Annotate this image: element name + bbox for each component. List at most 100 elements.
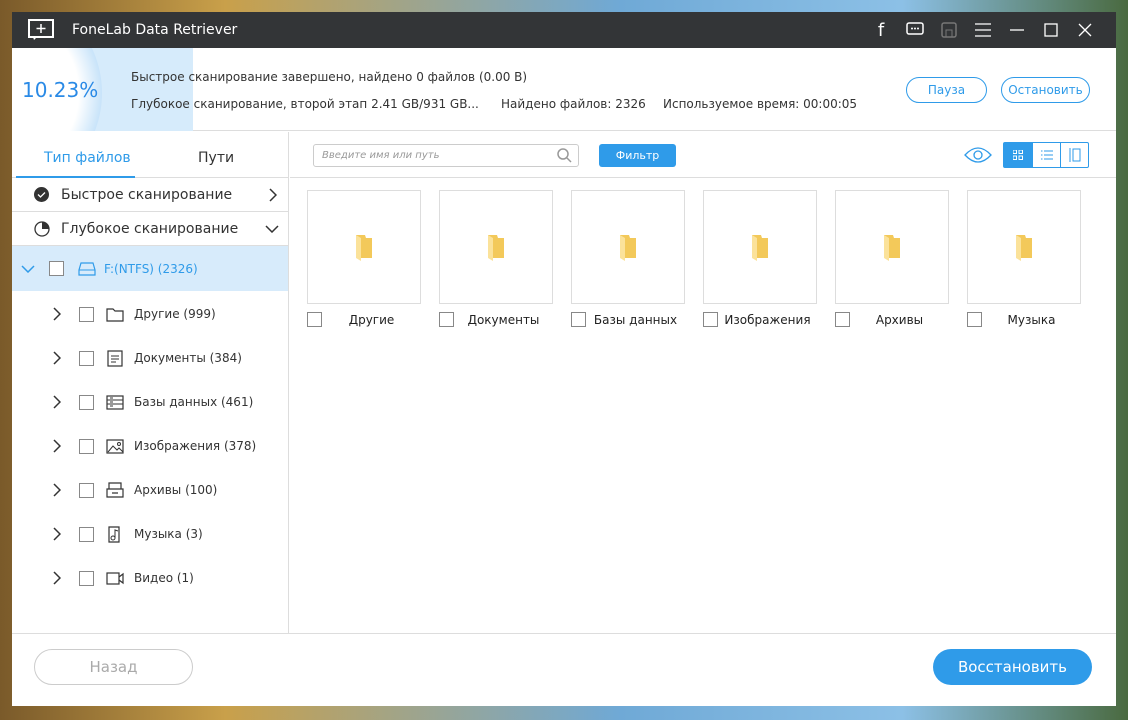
scan-status-panel: 10.23% Быстрое сканирование завершено, н… — [12, 48, 1116, 131]
sidebar: Тип файлов Пути Быстрое сканирование Глу… — [12, 132, 289, 633]
chevron-right-icon[interactable] — [53, 395, 61, 409]
chevron-right-icon[interactable] — [53, 527, 61, 541]
folder-checkbox[interactable] — [835, 312, 850, 327]
chevron-right-icon[interactable] — [269, 187, 277, 202]
folder-label: Другие — [348, 312, 395, 327]
quick-scan-status: Быстрое сканирование завершено, найдено … — [131, 70, 528, 84]
list-view-icon[interactable] — [1032, 143, 1060, 167]
save-icon[interactable] — [932, 12, 966, 48]
stop-button[interactable]: Остановить — [1001, 77, 1090, 103]
deep-scan-status: Глубокое сканирование, второй этап 2.41 … — [131, 97, 479, 111]
grid-view-icon[interactable] — [1004, 143, 1032, 167]
category-row[interactable]: Документы (384) — [12, 336, 288, 380]
folder-icon — [356, 234, 372, 261]
video-icon — [106, 571, 124, 585]
folder-card[interactable] — [571, 190, 685, 304]
folder-icon — [620, 234, 636, 261]
chevron-right-icon[interactable] — [53, 307, 61, 321]
database-icon — [106, 394, 124, 410]
main-content: Введите имя или путь Фильтр Другие Докум… — [290, 132, 1116, 633]
archive-icon — [106, 481, 124, 498]
category-label: Базы данных (461) — [134, 395, 254, 409]
folder-checkbox[interactable] — [703, 312, 718, 327]
category-row[interactable]: Базы данных (461) — [12, 380, 288, 424]
image-icon — [106, 438, 124, 454]
chevron-right-icon[interactable] — [53, 351, 61, 365]
category-row[interactable]: Музыка (3) — [12, 512, 288, 556]
chevron-right-icon[interactable] — [53, 571, 61, 585]
category-checkbox[interactable] — [79, 526, 94, 542]
facebook-icon[interactable]: f — [864, 12, 898, 48]
folder-icon — [106, 307, 124, 322]
category-label: Музыка (3) — [134, 527, 203, 541]
category-label: Архивы (100) — [134, 483, 218, 497]
category-checkbox[interactable] — [79, 306, 94, 322]
back-button[interactable]: Назад — [34, 649, 193, 685]
quick-scan-row[interactable]: Быстрое сканирование — [12, 178, 288, 212]
pie-progress-icon — [34, 220, 50, 237]
folder-card[interactable] — [835, 190, 949, 304]
elapsed-time: Используемое время: 00:00:05 — [663, 97, 858, 111]
search-input[interactable]: Введите имя или путь — [313, 144, 579, 167]
files-found: Найдено файлов: 2326 — [501, 97, 646, 111]
category-checkbox[interactable] — [79, 350, 94, 366]
chevron-right-icon[interactable] — [53, 483, 61, 497]
detail-view-icon[interactable] — [1060, 143, 1088, 167]
restore-button[interactable]: Восстановить — [933, 649, 1092, 685]
folder-card[interactable] — [703, 190, 817, 304]
category-checkbox[interactable] — [79, 394, 94, 410]
folder-checkbox[interactable] — [571, 312, 586, 327]
music-icon — [108, 525, 120, 543]
category-row[interactable]: Архивы (100) — [12, 468, 288, 512]
feedback-icon[interactable] — [898, 12, 932, 48]
chevron-down-icon[interactable] — [21, 264, 35, 273]
folder-icon — [884, 234, 900, 261]
eye-icon[interactable] — [964, 147, 992, 163]
category-row[interactable]: Изображения (378) — [12, 424, 288, 468]
folder-card[interactable] — [439, 190, 553, 304]
category-checkbox[interactable] — [79, 482, 94, 498]
folder-icon — [752, 234, 768, 261]
app-title: FoneLab Data Retriever — [72, 22, 238, 38]
progress-indicator: 10.23% — [12, 48, 193, 131]
app-logo-icon — [28, 19, 54, 40]
search-icon[interactable] — [557, 148, 572, 163]
category-label: Видео (1) — [134, 571, 194, 585]
folder-label: Изображения — [724, 312, 811, 327]
category-label: Другие (999) — [134, 307, 216, 321]
pause-button[interactable]: Пауза — [906, 77, 987, 103]
document-icon — [107, 349, 123, 367]
bottom-bar: Назад Восстановить — [12, 633, 1116, 706]
deep-scan-row[interactable]: Глубокое сканирование — [12, 212, 288, 246]
folder-label: Архивы — [875, 312, 924, 327]
folder-checkbox[interactable] — [307, 312, 322, 327]
tab-file-type[interactable]: Тип файлов — [44, 150, 131, 166]
category-row[interactable]: Видео (1) — [12, 556, 288, 600]
filter-button[interactable]: Фильтр — [599, 144, 676, 167]
maximize-icon[interactable] — [1034, 12, 1068, 48]
title-bar: FoneLab Data Retriever f — [12, 12, 1116, 48]
category-checkbox[interactable] — [79, 570, 94, 586]
drive-checkbox[interactable] — [49, 261, 64, 276]
close-icon[interactable] — [1068, 12, 1102, 48]
folder-checkbox[interactable] — [439, 312, 454, 327]
tab-paths[interactable]: Пути — [198, 150, 234, 166]
minimize-icon[interactable] — [1000, 12, 1034, 48]
drive-icon — [78, 261, 96, 276]
folder-checkbox[interactable] — [967, 312, 982, 327]
folder-label: Музыка — [1007, 312, 1056, 327]
chevron-down-icon[interactable] — [265, 224, 279, 233]
folder-card[interactable] — [307, 190, 421, 304]
folder-label: Базы данных — [593, 312, 678, 327]
folder-label: Документы — [467, 312, 540, 327]
drive-row[interactable]: F:(NTFS) (2326) — [12, 246, 288, 291]
menu-icon[interactable] — [966, 12, 1000, 48]
category-row[interactable]: Другие (999) — [12, 292, 288, 336]
search-placeholder: Введите имя или путь — [322, 150, 440, 161]
category-checkbox[interactable] — [79, 438, 94, 454]
folder-card[interactable] — [967, 190, 1081, 304]
chevron-right-icon[interactable] — [53, 439, 61, 453]
quick-scan-label: Быстрое сканирование — [61, 186, 233, 203]
drive-label: F:(NTFS) (2326) — [104, 261, 198, 276]
category-label: Изображения (378) — [134, 439, 257, 453]
